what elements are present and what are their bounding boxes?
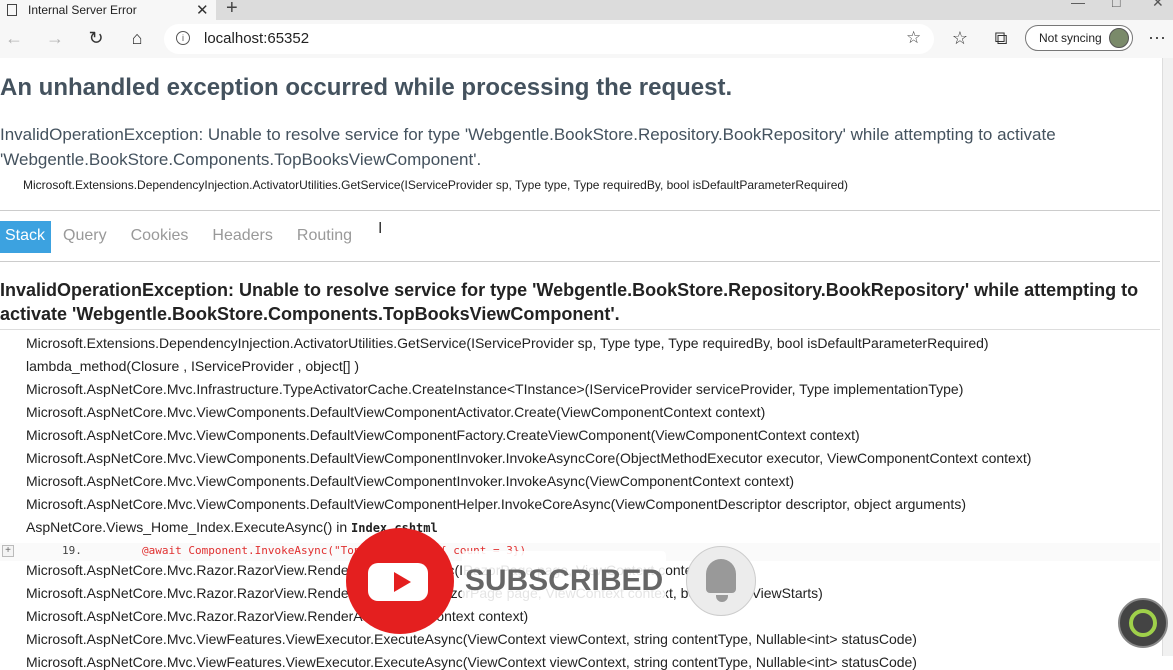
tab-cookies[interactable]: Cookies	[119, 221, 201, 253]
bell-icon	[686, 546, 756, 616]
browser-tab[interactable]: Internal Server Error ✕	[0, 0, 216, 20]
window-close-icon[interactable]: ✕	[1152, 0, 1164, 11]
youtube-logo-icon	[346, 528, 454, 634]
play-button-icon	[368, 563, 428, 601]
minimize-icon[interactable]: —	[1071, 0, 1085, 10]
divider	[0, 210, 1160, 211]
channel-logo-icon	[1118, 598, 1168, 648]
profile-sync-button[interactable]: Not syncing	[1025, 25, 1133, 51]
avatar	[1109, 28, 1129, 48]
browser-toolbar: ← → ↻ ⌂ i localhost:65352 ☆ ☆ ⧉ Not sync…	[0, 20, 1173, 58]
page-title: An unhandled exception occurred while pr…	[0, 74, 733, 101]
tab-routing[interactable]: Routing	[285, 221, 364, 253]
error-tabs: Stack Query Cookies Headers Routing	[0, 221, 364, 253]
tab-stack[interactable]: Stack	[0, 221, 52, 253]
exception-message: InvalidOperationException: Unable to res…	[0, 125, 1056, 169]
scrollbar[interactable]	[1162, 58, 1173, 656]
address-bar[interactable]: i localhost:65352 ☆	[164, 24, 934, 54]
text-cursor-icon: I	[378, 220, 383, 237]
home-icon[interactable]: ⌂	[125, 28, 149, 49]
tab-strip: Internal Server Error ✕ + — □ ✕	[0, 0, 1173, 20]
tab-close-icon[interactable]: ✕	[196, 1, 209, 19]
tab-title: Internal Server Error	[28, 3, 137, 17]
divider	[0, 261, 1160, 262]
tab-query[interactable]: Query	[51, 221, 119, 253]
sync-label: Not syncing	[1039, 31, 1102, 45]
stack-frame[interactable]: Microsoft.AspNetCore.Mvc.ViewComponents.…	[26, 473, 794, 489]
favorites-icon[interactable]: ☆	[948, 28, 972, 49]
exception-location: Microsoft.Extensions.DependencyInjection…	[23, 178, 849, 192]
favorite-star-icon[interactable]: ☆	[906, 28, 921, 48]
stack-frame[interactable]: Microsoft.AspNetCore.Mvc.Razor.RazorView…	[26, 608, 528, 624]
subscribed-banner: SUBSCRIBED	[462, 551, 666, 611]
tab-headers[interactable]: Headers	[200, 221, 284, 253]
refresh-icon[interactable]: ↻	[84, 28, 108, 49]
page-icon	[7, 4, 17, 16]
stack-frame[interactable]: Microsoft.AspNetCore.Mvc.ViewComponents.…	[26, 496, 966, 512]
url-text: localhost:65352	[204, 30, 310, 47]
more-menu-icon[interactable]: ···	[1148, 27, 1166, 48]
collections-icon[interactable]: ⧉	[989, 28, 1013, 49]
back-icon[interactable]: ←	[2, 28, 26, 49]
maximize-icon[interactable]: □	[1112, 0, 1120, 10]
forward-icon[interactable]: →	[43, 28, 67, 49]
stack-heading: InvalidOperationException: Unable to res…	[0, 280, 1139, 324]
source-line-number: 19.	[62, 544, 82, 557]
stack-frame[interactable]: Microsoft.AspNetCore.Mvc.ViewFeatures.Vi…	[26, 631, 917, 647]
divider	[0, 329, 1160, 330]
stack-frame[interactable]: Microsoft.Extensions.DependencyInjection…	[26, 335, 989, 351]
info-icon[interactable]: i	[176, 31, 190, 45]
stack-frame[interactable]: Microsoft.AspNetCore.Mvc.ViewComponents.…	[26, 404, 765, 420]
expand-source-icon[interactable]: +	[2, 545, 14, 557]
new-tab-button[interactable]: +	[226, 0, 238, 20]
stack-frame[interactable]: lambda_method(Closure , IServiceProvider…	[26, 358, 359, 374]
stack-frame[interactable]: Microsoft.AspNetCore.Mvc.Infrastructure.…	[26, 381, 963, 397]
stack-frame[interactable]: Microsoft.AspNetCore.Mvc.ViewComponents.…	[26, 450, 1031, 466]
razor-frame-method: AspNetCore.Views_Home_Index.ExecuteAsync…	[26, 519, 352, 535]
stack-frame[interactable]: Microsoft.AspNetCore.Mvc.ViewFeatures.Vi…	[26, 654, 917, 670]
stack-frame[interactable]: Microsoft.AspNetCore.Mvc.ViewComponents.…	[26, 427, 860, 443]
